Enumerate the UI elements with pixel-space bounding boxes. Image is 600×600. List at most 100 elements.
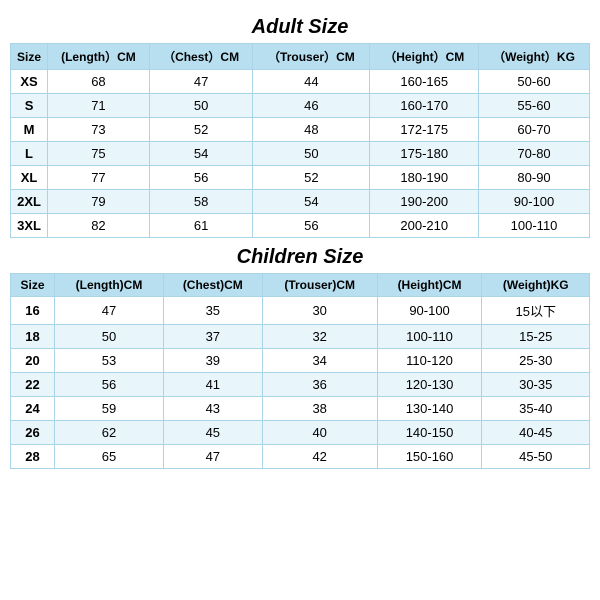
table-row: 24594338130-14035-40 <box>11 397 590 421</box>
adult-header-cell: (Length）CM <box>48 44 150 70</box>
table-cell: 15-25 <box>482 325 590 349</box>
table-cell: 140-150 <box>377 421 482 445</box>
table-row: L755450175-18070-80 <box>11 142 590 166</box>
table-cell: 53 <box>55 349 164 373</box>
table-cell: 58 <box>149 190 253 214</box>
table-cell: 100-110 <box>479 214 590 238</box>
table-row: 2XL795854190-20090-100 <box>11 190 590 214</box>
table-cell: 20 <box>11 349 55 373</box>
table-cell: 200-210 <box>370 214 479 238</box>
table-cell: 18 <box>11 325 55 349</box>
adult-header-cell: （Trouser）CM <box>253 44 370 70</box>
table-cell: 48 <box>253 118 370 142</box>
table-cell: 90-100 <box>479 190 590 214</box>
adult-size-title: Adult Size <box>10 10 590 43</box>
table-cell: 36 <box>262 373 377 397</box>
children-header-cell: (Weight)KG <box>482 274 590 297</box>
table-cell: 65 <box>55 445 164 469</box>
table-row: 18503732100-11015-25 <box>11 325 590 349</box>
table-cell: 2XL <box>11 190 48 214</box>
table-cell: 15以下 <box>482 297 590 325</box>
children-header-cell: (Trouser)CM <box>262 274 377 297</box>
table-cell: 50 <box>149 94 253 118</box>
children-size-table: Size(Length)CM(Chest)CM(Trouser)CM(Heigh… <box>10 273 590 469</box>
table-cell: 45-50 <box>482 445 590 469</box>
table-cell: 47 <box>163 445 262 469</box>
table-cell: 55-60 <box>479 94 590 118</box>
table-cell: 40-45 <box>482 421 590 445</box>
table-cell: 44 <box>253 70 370 94</box>
table-cell: 47 <box>149 70 253 94</box>
table-cell: 30-35 <box>482 373 590 397</box>
size-chart-container: Adult Size Size(Length）CM（Chest）CM（Trous… <box>10 10 590 471</box>
table-cell: 38 <box>262 397 377 421</box>
children-header-cell: (Chest)CM <box>163 274 262 297</box>
table-row: XL775652180-19080-90 <box>11 166 590 190</box>
table-cell: 43 <box>163 397 262 421</box>
table-cell: 80-90 <box>479 166 590 190</box>
children-size-title: Children Size <box>10 240 590 273</box>
table-cell: 68 <box>48 70 150 94</box>
table-cell: 82 <box>48 214 150 238</box>
table-cell: M <box>11 118 48 142</box>
table-cell: 25-30 <box>482 349 590 373</box>
table-cell: 75 <box>48 142 150 166</box>
table-cell: 30 <box>262 297 377 325</box>
table-cell: 79 <box>48 190 150 214</box>
table-cell: 32 <box>262 325 377 349</box>
table-cell: 56 <box>55 373 164 397</box>
table-row: 1647353090-10015以下 <box>11 297 590 325</box>
table-cell: 160-165 <box>370 70 479 94</box>
table-cell: 50-60 <box>479 70 590 94</box>
table-cell: 71 <box>48 94 150 118</box>
table-row: M735248172-17560-70 <box>11 118 590 142</box>
table-cell: 3XL <box>11 214 48 238</box>
table-cell: 47 <box>55 297 164 325</box>
table-cell: S <box>11 94 48 118</box>
table-cell: 52 <box>149 118 253 142</box>
table-cell: 180-190 <box>370 166 479 190</box>
table-cell: 62 <box>55 421 164 445</box>
table-cell: 73 <box>48 118 150 142</box>
table-row: XS684744160-16550-60 <box>11 70 590 94</box>
table-cell: 120-130 <box>377 373 482 397</box>
table-cell: 37 <box>163 325 262 349</box>
table-cell: 190-200 <box>370 190 479 214</box>
table-row: 20533934110-12025-30 <box>11 349 590 373</box>
children-header-row: Size(Length)CM(Chest)CM(Trouser)CM(Heigh… <box>11 274 590 297</box>
table-cell: 60-70 <box>479 118 590 142</box>
table-cell: 50 <box>253 142 370 166</box>
children-header-cell: (Length)CM <box>55 274 164 297</box>
table-cell: 110-120 <box>377 349 482 373</box>
table-cell: 61 <box>149 214 253 238</box>
table-cell: 59 <box>55 397 164 421</box>
adult-header-cell: （Height）CM <box>370 44 479 70</box>
table-cell: 46 <box>253 94 370 118</box>
table-cell: XL <box>11 166 48 190</box>
table-cell: 70-80 <box>479 142 590 166</box>
table-cell: 77 <box>48 166 150 190</box>
table-cell: 52 <box>253 166 370 190</box>
table-cell: 90-100 <box>377 297 482 325</box>
table-cell: 50 <box>55 325 164 349</box>
table-cell: 56 <box>253 214 370 238</box>
table-cell: 34 <box>262 349 377 373</box>
table-cell: 16 <box>11 297 55 325</box>
table-cell: 54 <box>253 190 370 214</box>
table-cell: 150-160 <box>377 445 482 469</box>
table-row: 26624540140-15040-45 <box>11 421 590 445</box>
table-cell: 175-180 <box>370 142 479 166</box>
table-row: S715046160-17055-60 <box>11 94 590 118</box>
adult-header-cell: （Chest）CM <box>149 44 253 70</box>
table-cell: 28 <box>11 445 55 469</box>
children-header-cell: (Height)CM <box>377 274 482 297</box>
table-cell: 100-110 <box>377 325 482 349</box>
table-cell: 172-175 <box>370 118 479 142</box>
adult-size-table: Size(Length）CM（Chest）CM（Trouser）CM（Heigh… <box>10 43 590 238</box>
table-cell: 35 <box>163 297 262 325</box>
table-cell: 39 <box>163 349 262 373</box>
table-cell: 45 <box>163 421 262 445</box>
adult-header-row: Size(Length）CM（Chest）CM（Trouser）CM（Heigh… <box>11 44 590 70</box>
table-cell: 26 <box>11 421 55 445</box>
table-cell: XS <box>11 70 48 94</box>
